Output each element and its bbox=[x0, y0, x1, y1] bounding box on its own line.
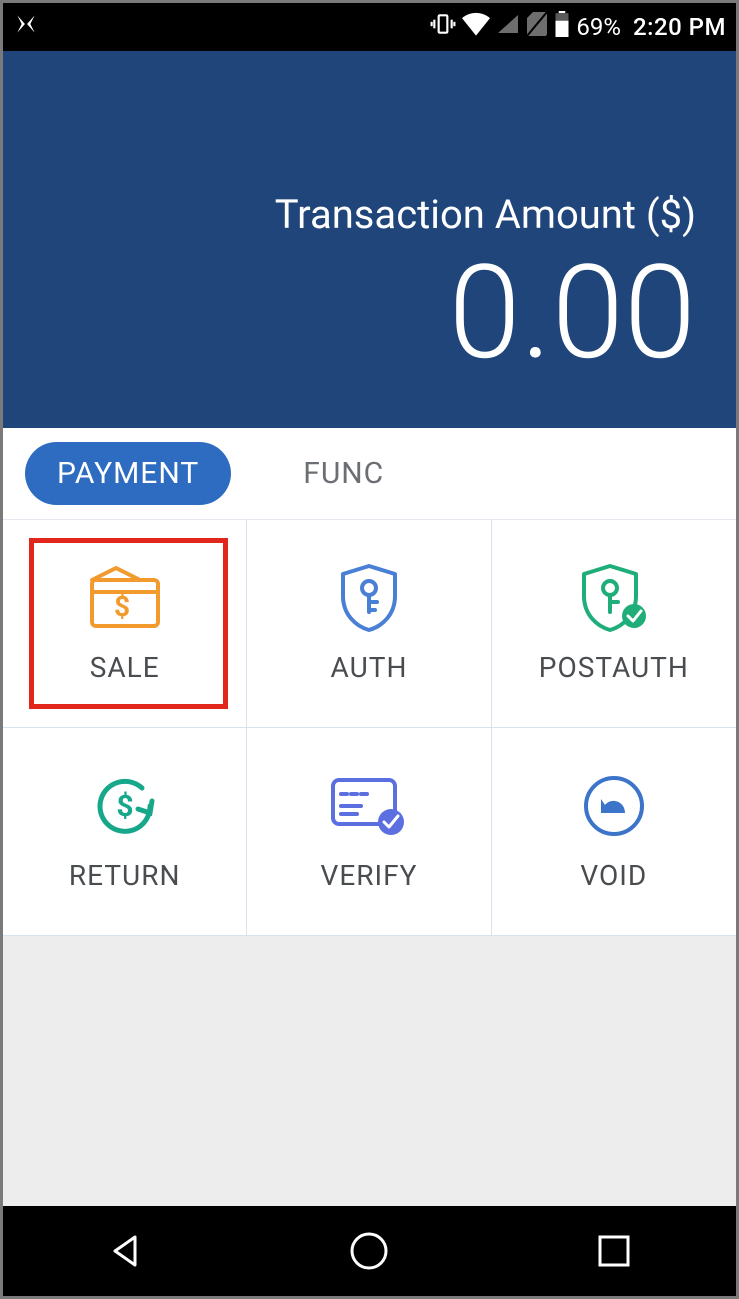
tab-func[interactable]: FUNC bbox=[271, 442, 416, 505]
undo-circle-icon bbox=[581, 771, 647, 841]
wifi-icon bbox=[462, 12, 490, 42]
auth-label: AUTH bbox=[331, 651, 408, 684]
android-nav-bar bbox=[3, 1206, 736, 1296]
verify-label: VERIFY bbox=[321, 859, 418, 892]
return-label: RETURN bbox=[69, 859, 181, 892]
svg-text:$: $ bbox=[116, 789, 133, 824]
vibrate-icon bbox=[430, 11, 456, 43]
tab-payment[interactable]: PAYMENT bbox=[25, 442, 231, 505]
postauth-label: POSTAUTH bbox=[539, 651, 689, 684]
dollar-refresh-icon: $ bbox=[90, 771, 160, 841]
battery-icon bbox=[554, 11, 570, 43]
butterfly-icon bbox=[13, 11, 39, 43]
amount-header: Transaction Amount ($) 0.00 bbox=[3, 51, 736, 428]
recent-apps-button[interactable] bbox=[588, 1225, 640, 1277]
wallet-dollar-icon: $ bbox=[86, 563, 164, 633]
cell-signal-icon bbox=[496, 13, 520, 41]
battery-percent: 69% bbox=[576, 13, 621, 41]
empty-space bbox=[3, 936, 736, 1206]
action-grid: $ SALE AUTH bbox=[3, 520, 736, 936]
clock: 2:20 PM bbox=[633, 13, 726, 41]
android-status-bar: 69% 2:20 PM bbox=[3, 3, 736, 51]
amount-value[interactable]: 0.00 bbox=[43, 248, 696, 378]
back-button[interactable] bbox=[99, 1225, 151, 1277]
verify-button[interactable]: VERIFY bbox=[247, 728, 491, 936]
sale-button[interactable]: $ SALE bbox=[3, 520, 247, 728]
card-check-icon bbox=[327, 771, 411, 841]
svg-text:$: $ bbox=[114, 590, 130, 623]
no-sim-icon bbox=[526, 12, 548, 42]
return-button[interactable]: $ RETURN bbox=[3, 728, 247, 936]
shield-key-check-icon bbox=[578, 563, 650, 633]
amount-label: Transaction Amount ($) bbox=[43, 191, 696, 238]
home-button[interactable] bbox=[343, 1225, 395, 1277]
auth-button[interactable]: AUTH bbox=[247, 520, 491, 728]
void-button[interactable]: VOID bbox=[492, 728, 736, 936]
sale-label: SALE bbox=[90, 651, 160, 684]
tab-bar: PAYMENT FUNC bbox=[3, 428, 736, 520]
void-label: VOID bbox=[580, 859, 647, 892]
shield-key-icon bbox=[337, 563, 401, 633]
postauth-button[interactable]: POSTAUTH bbox=[492, 520, 736, 728]
